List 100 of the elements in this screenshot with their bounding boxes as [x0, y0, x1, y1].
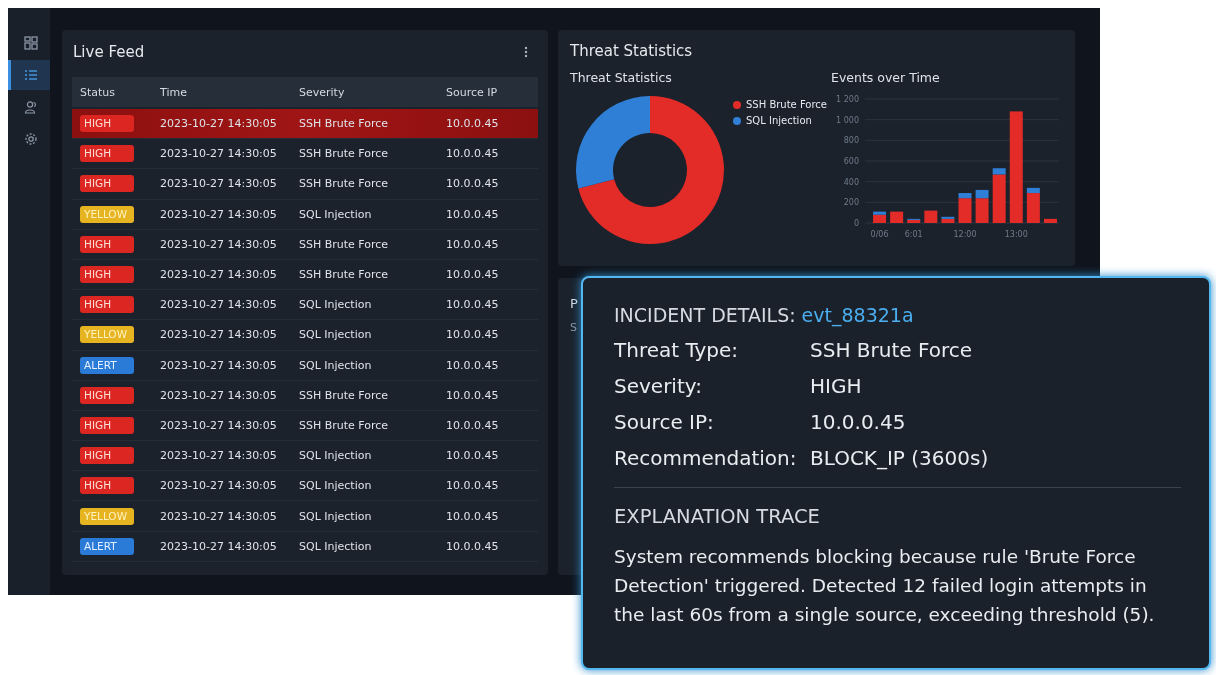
y-tick-label: 400: [843, 177, 859, 187]
y-tick-label: 800: [843, 136, 859, 146]
ip-cell-text: 10.0.0.45: [446, 117, 500, 131]
time-cell-text: 2023-10-27 14:30:05: [160, 117, 278, 131]
severity-cell-text: SQL Injection: [299, 539, 373, 553]
ip-cell-text: 10.0.0.45: [446, 539, 500, 553]
severity-cell-text: SSH Brute Force: [299, 388, 390, 402]
users-icon: [23, 100, 38, 114]
time-cell-text: 2023-10-27 14:30:05: [160, 479, 278, 493]
y-tick-label: 0: [853, 219, 859, 228]
nav-item[interactable]: [8, 60, 50, 90]
severity-cell-text: SSH Brute Force: [299, 177, 390, 191]
time-cell-text: 2023-10-27 14:30:05: [160, 449, 278, 463]
severity-cell-text: SSH Brute Force: [299, 418, 390, 432]
y-tick-label: 1 000: [836, 115, 859, 125]
popup-title: INCIDENT DETAILS:: [614, 304, 796, 326]
table-row[interactable]: ALERT 2023-10-27 14:30:05 SQL Injection 10.0.0.45: [72, 531, 538, 562]
y-tick-label: 600: [843, 157, 859, 166]
status-badge: HIGH: [80, 386, 134, 404]
field-value: HIGH: [810, 374, 862, 398]
legend-label: SQL Injection: [746, 115, 812, 126]
card-subtitle: S: [570, 321, 578, 334]
status-badge: HIGH: [80, 447, 134, 465]
section-title: EXPLANATION TRACE: [614, 505, 821, 528]
status-badge: HIGH: [80, 266, 134, 284]
status-badge: ALERT: [80, 356, 134, 374]
x-tick-label: 0/06: [870, 230, 889, 239]
field-value: SSH Brute Force: [810, 338, 973, 362]
field-label: Source IP:: [614, 410, 715, 434]
status-badge: YELLOW: [80, 205, 134, 223]
table-row[interactable]: HIGH 2023-10-27 14:30:05 SQL Injection 10.0.0.45: [72, 441, 538, 472]
time-cell-text: 2023-10-27 14:30:05: [160, 237, 278, 251]
column-header: Time: [160, 85, 188, 99]
severity-cell-text: SQL Injection: [299, 449, 373, 463]
ip-cell-text: 10.0.0.45: [446, 388, 500, 402]
ip-cell-text: 10.0.0.45: [446, 177, 500, 191]
ip-cell-text: 10.0.0.45: [446, 207, 500, 221]
table-row[interactable]: HIGH 2023-10-27 14:30:05 SSH Brute Force 10.0.0.45: [72, 229, 538, 260]
ip-cell-text: 10.0.0.45: [446, 268, 500, 282]
explanation-text: System recommends blocking because rule 'Brute Force Detection' triggered. Detected 12 failed login attempts in the last 60s from a single source, exceeding threshold (5).: [614, 545, 1156, 627]
card-title: Live Feed: [73, 43, 145, 61]
x-tick-label: 13:00: [1004, 230, 1028, 239]
table-row[interactable]: HIGH 2023-10-27 14:30:05 SSH Brute Force 10.0.0.45: [72, 259, 538, 291]
table-row[interactable]: HIGH 2023-10-27 14:30:05 SQL Injection 10.0.0.45: [72, 290, 538, 321]
event-id-link[interactable]: evt_88321a: [801, 304, 914, 326]
y-tick-label: 200: [843, 198, 859, 208]
field-label: Severity:: [614, 374, 703, 398]
status-badge: HIGH: [80, 175, 134, 193]
time-cell-text: 2023-10-27 14:30:05: [160, 509, 278, 523]
severity-cell-text: SSH Brute Force: [299, 237, 390, 251]
status-badge: HIGH: [80, 145, 134, 163]
table-row[interactable]: YELLOW 2023-10-27 14:30:05 SQL Injection 10.0.0.45: [72, 199, 538, 230]
status-badge: HIGH: [80, 115, 134, 133]
table-row[interactable]: HIGH 2023-10-27 14:30:05 SSH Brute Force 10.0.0.45: [72, 109, 538, 140]
chart-title: Events over Time: [831, 70, 941, 85]
chart-title: Threat Statistics: [570, 70, 673, 85]
status-badge: YELLOW: [80, 326, 134, 344]
table-row[interactable]: HIGH 2023-10-27 14:30:05 SSH Brute Force 10.0.0.45: [72, 139, 538, 170]
severity-cell-text: SSH Brute Force: [299, 117, 390, 131]
table-row[interactable]: HIGH 2023-10-27 14:30:05 SSH Brute Force 10.0.0.45: [72, 410, 538, 442]
severity-cell-text: SQL Injection: [299, 479, 373, 493]
severity-cell-text: SQL Injection: [299, 207, 373, 221]
severity-cell-text: SQL Injection: [299, 358, 373, 372]
ip-cell-text: 10.0.0.45: [446, 358, 500, 372]
status-badge: YELLOW: [80, 507, 134, 525]
ip-cell-text: 10.0.0.45: [446, 509, 500, 523]
table-row[interactable]: YELLOW 2023-10-27 14:30:05 SQL Injection 10.0.0.45: [72, 501, 538, 532]
time-cell-text: 2023-10-27 14:30:05: [160, 147, 278, 161]
ip-cell-text: 10.0.0.45: [446, 147, 500, 161]
table-row[interactable]: ALERT 2023-10-27 14:30:05 SQL Injection 10.0.0.45: [72, 350, 538, 381]
list-icon: [23, 68, 38, 82]
column-header: Status: [79, 85, 117, 99]
column-header: Severity: [299, 85, 346, 99]
grid-icon: [23, 36, 38, 50]
field-label: Threat Type:: [614, 338, 740, 362]
time-cell-text: 2023-10-27 14:30:05: [160, 539, 278, 553]
time-cell-text: 2023-10-27 14:30:05: [160, 207, 278, 221]
ip-cell-text: 10.0.0.45: [446, 298, 500, 312]
y-tick-label: 1 200: [836, 95, 859, 104]
time-cell-text: 2023-10-27 14:30:05: [160, 358, 278, 372]
table-row[interactable]: HIGH 2023-10-27 14:30:05 SSH Brute Force 10.0.0.45: [72, 169, 538, 200]
status-badge: HIGH: [80, 235, 134, 253]
severity-cell-text: SSH Brute Force: [299, 268, 390, 282]
field-label: Recommendation:: [614, 446, 798, 470]
time-cell-text: 2023-10-27 14:30:05: [160, 388, 278, 402]
ip-cell-text: 10.0.0.45: [446, 418, 500, 432]
time-cell-text: 2023-10-27 14:30:05: [160, 268, 278, 282]
column-header: Source IP: [446, 85, 499, 99]
table-row[interactable]: HIGH 2023-10-27 14:30:05 SSH Brute Force 10.0.0.45: [72, 380, 538, 411]
time-cell-text: 2023-10-27 14:30:05: [160, 298, 278, 312]
severity-cell-text: SQL Injection: [299, 509, 373, 523]
card-title: Threat Statistics: [570, 42, 694, 60]
severity-cell-text: SSH Brute Force: [299, 147, 390, 161]
more-icon[interactable]: [524, 46, 528, 58]
ip-cell-text: 10.0.0.45: [446, 237, 500, 251]
ip-cell-text: 10.0.0.45: [446, 328, 500, 342]
table-row[interactable]: HIGH 2023-10-27 14:30:05 SQL Injection 10.0.0.45: [72, 471, 538, 502]
table-row[interactable]: YELLOW 2023-10-27 14:30:05 SQL Injection 10.0.0.45: [72, 320, 538, 351]
x-tick-label: 6:01: [904, 230, 923, 239]
time-cell-text: 2023-10-27 14:30:05: [160, 418, 278, 432]
